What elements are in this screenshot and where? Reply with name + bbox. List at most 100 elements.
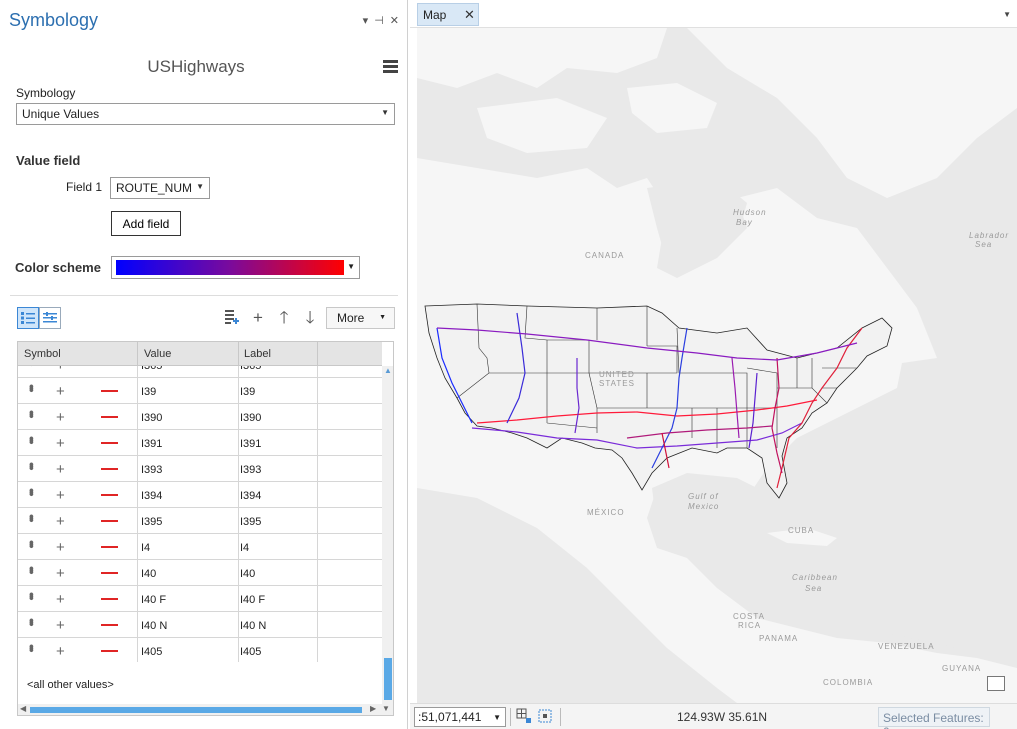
table-row[interactable]: ••• + I395 I395 xyxy=(18,508,383,534)
expand-icon[interactable]: + xyxy=(56,617,65,634)
drag-handle-icon[interactable]: ••• xyxy=(24,592,40,598)
expand-icon[interactable]: + xyxy=(56,513,65,530)
add-field-button[interactable]: Add field xyxy=(111,211,181,236)
drag-handle-icon[interactable]: ••• xyxy=(24,644,40,650)
selected-features-badge[interactable]: Selected Features: 0 xyxy=(878,707,990,729)
scroll-right-icon[interactable]: ▶ xyxy=(370,704,376,713)
map-label-canada: CANADA xyxy=(585,251,625,260)
drag-handle-icon[interactable]: ••• xyxy=(24,462,40,468)
scroll-left-icon[interactable]: ◀ xyxy=(20,704,26,713)
expand-icon[interactable]: + xyxy=(56,409,65,426)
expand-icon[interactable]: + xyxy=(56,591,65,608)
row-label[interactable]: I40 F xyxy=(240,594,265,606)
line-symbol-swatch[interactable] xyxy=(101,546,118,548)
row-label[interactable]: I394 xyxy=(240,490,261,502)
scales-view-icon[interactable] xyxy=(39,307,61,329)
map-view[interactable]: CANADA UNITED STATES MÉXICO Gulf of Mexi… xyxy=(417,28,1017,703)
drag-handle-icon[interactable]: ••• xyxy=(24,540,40,546)
line-symbol-swatch[interactable] xyxy=(101,442,118,444)
row-value: I39 xyxy=(141,386,157,398)
expand-icon[interactable]: + xyxy=(56,539,65,556)
scroll-thumb[interactable] xyxy=(384,658,392,700)
table-row[interactable]: ••• + I40 I40 xyxy=(18,560,383,586)
tab-map[interactable]: Map ✕ xyxy=(417,3,479,26)
table-row[interactable]: ••• + I391 I391 xyxy=(18,430,383,456)
line-symbol-swatch[interactable] xyxy=(101,468,118,470)
expand-icon[interactable]: + xyxy=(56,435,65,452)
row-label[interactable]: I39 xyxy=(240,386,255,398)
map-overview-icon[interactable] xyxy=(987,676,1005,691)
row-label[interactable]: I405 xyxy=(240,646,261,658)
header-value: Value xyxy=(144,348,172,360)
tab-overflow-icon[interactable]: ▼ xyxy=(1003,10,1011,19)
color-ramp xyxy=(116,260,344,275)
drag-handle-icon[interactable]: ••• xyxy=(24,566,40,572)
pane-options-icon[interactable]: ▾ xyxy=(363,14,369,27)
line-symbol-swatch[interactable] xyxy=(101,494,118,496)
classes-view-icon[interactable] xyxy=(17,307,39,329)
scroll-thumb[interactable] xyxy=(30,707,362,713)
row-label[interactable]: I395 xyxy=(240,516,261,528)
row-label[interactable]: I390 xyxy=(240,412,261,424)
close-icon[interactable]: ✕ xyxy=(464,7,475,23)
scroll-down-icon[interactable]: ▼ xyxy=(382,704,390,713)
status-bar: :51,071,441 ▼ 124.93W 35.61N Selected Fe… xyxy=(410,703,1017,729)
drag-handle-icon[interactable]: ••• xyxy=(24,410,40,416)
table-row[interactable]: ••• + I40 N I40 N xyxy=(18,612,383,638)
row-label[interactable]: I391 xyxy=(240,438,261,450)
line-symbol-swatch[interactable] xyxy=(101,520,118,522)
table-row[interactable]: ••• + I4 I4 xyxy=(18,534,383,560)
horizontal-scrollbar[interactable]: ◀ ▶ ▼ xyxy=(18,704,393,715)
pin-icon[interactable]: ⊣ xyxy=(374,14,384,27)
line-symbol-swatch[interactable] xyxy=(101,572,118,574)
row-label[interactable]: I4 xyxy=(240,542,249,554)
table-row[interactable]: •••+I365I365 xyxy=(18,366,383,378)
more-button[interactable]: More ▼ xyxy=(326,307,395,329)
all-other-values[interactable]: <all other values> xyxy=(27,679,114,691)
move-down-icon[interactable]: 🡓 xyxy=(301,309,319,327)
table-row[interactable]: ••• + I39 I39 xyxy=(18,378,383,404)
drag-handle-icon[interactable]: ••• xyxy=(24,514,40,520)
color-scheme-dropdown[interactable]: ▼ xyxy=(111,256,360,279)
scroll-up-icon[interactable]: ▲ xyxy=(384,366,392,375)
table-row[interactable]: ••• + I393 I393 xyxy=(18,456,383,482)
row-label[interactable]: I365 xyxy=(240,366,261,372)
add-value-icon[interactable]: + xyxy=(249,309,267,327)
grid-navigator-icon[interactable] xyxy=(516,708,532,727)
table-row[interactable]: ••• + I390 I390 xyxy=(18,404,383,430)
chevron-down-icon: ▼ xyxy=(493,713,501,722)
row-value: I40 N xyxy=(141,620,168,632)
row-label[interactable]: I40 xyxy=(240,568,255,580)
line-symbol-swatch[interactable] xyxy=(101,624,118,626)
line-symbol-swatch[interactable] xyxy=(101,390,118,392)
expand-icon[interactable]: + xyxy=(56,383,65,400)
field1-dropdown[interactable]: ROUTE_NUM ▼ xyxy=(110,177,210,199)
line-symbol-swatch[interactable] xyxy=(101,598,118,600)
table-row[interactable]: ••• + I405 I405 xyxy=(18,638,383,662)
line-symbol-swatch[interactable] xyxy=(101,416,118,418)
snapping-icon[interactable] xyxy=(537,708,553,727)
map-label-panama: PANAMA xyxy=(759,634,799,643)
row-label[interactable]: I40 N xyxy=(240,620,266,632)
drag-handle-icon[interactable]: ••• xyxy=(24,488,40,494)
drag-handle-icon[interactable]: ••• xyxy=(24,436,40,442)
vertical-scrollbar[interactable]: ▲ xyxy=(382,366,393,706)
move-up-icon[interactable]: 🡑 xyxy=(275,309,293,327)
expand-icon[interactable]: + xyxy=(56,487,65,504)
table-row[interactable]: ••• + I40 F I40 F xyxy=(18,586,383,612)
table-row[interactable]: ••• + I394 I394 xyxy=(18,482,383,508)
scale-dropdown[interactable]: :51,071,441 ▼ xyxy=(414,707,506,727)
symbology-type-dropdown[interactable]: Unique Values ▼ xyxy=(16,103,395,125)
row-label[interactable]: I393 xyxy=(240,464,261,476)
expand-icon[interactable]: + xyxy=(56,565,65,582)
expand-icon[interactable]: + xyxy=(56,366,65,374)
drag-handle-icon[interactable]: ••• xyxy=(24,384,40,390)
line-symbol-swatch[interactable] xyxy=(101,650,118,652)
drag-handle-icon[interactable]: ••• xyxy=(24,618,40,624)
hamburger-menu-icon[interactable] xyxy=(383,60,398,73)
expand-icon[interactable]: + xyxy=(56,643,65,660)
close-icon[interactable]: ✕ xyxy=(390,14,399,27)
map-label-united: UNITED xyxy=(599,370,635,379)
add-all-values-icon[interactable] xyxy=(223,309,241,327)
expand-icon[interactable]: + xyxy=(56,461,65,478)
